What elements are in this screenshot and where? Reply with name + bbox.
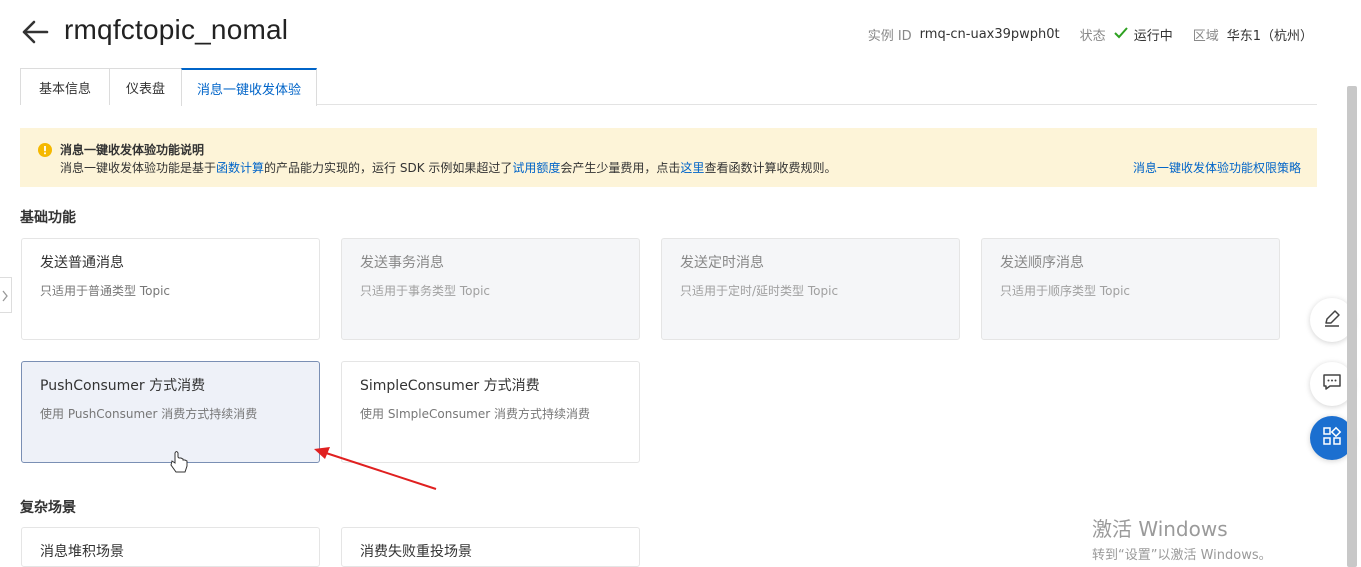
card-title: 发送定时消息 [680, 255, 764, 271]
watermark-line-2: 转到“设置”以激活 Windows。 [1092, 548, 1272, 563]
card-title: 消息堆积场景 [40, 544, 124, 560]
instance-id-label: 实例 ID [867, 29, 912, 44]
card-desc: 只适用于普通类型 Topic [40, 284, 170, 298]
card-desc: 使用 PushConsumer 消费方式持续消费 [40, 407, 258, 421]
card-desc: 只适用于定时/延时类型 Topic [680, 284, 839, 298]
page-header: rmqfctopic_nomal 实例 ID rmq-cn-uax39pwph0… [0, 0, 1361, 68]
card-title: 发送普通消息 [40, 255, 124, 271]
send-normal-card[interactable]: 发送普通消息 只适用于普通类型 Topic [21, 238, 320, 340]
consume-retry-card[interactable]: 消费失败重投场景 [341, 527, 640, 567]
card-title: PushConsumer 方式消费 [40, 378, 206, 394]
send-transaction-card: 发送事务消息 只适用于事务类型 Topic [341, 238, 640, 340]
card-title: 发送事务消息 [360, 255, 444, 271]
permission-policy-link[interactable]: 消息一键收发体验功能权限策略 [1133, 159, 1301, 176]
simple-consumer-card[interactable]: SimpleConsumer 方式消费 使用 SImpleConsumer 消费… [341, 361, 640, 463]
complex-section-title: 复杂场景 [20, 500, 76, 516]
back-arrow-icon[interactable] [20, 18, 50, 46]
function-compute-link[interactable]: 函数计算 [216, 161, 264, 175]
pencil-icon [1322, 308, 1342, 332]
here-link[interactable]: 这里 [680, 161, 704, 175]
tab-basic-info[interactable]: 基本信息 [20, 68, 110, 105]
instance-meta: 实例 ID rmq-cn-uax39pwph0t 状态 运行中 区域 华东1（杭… [868, 25, 1313, 44]
trial-quota-link[interactable]: 试用额度 [512, 161, 560, 175]
card-desc: 只适用于事务类型 Topic [360, 284, 490, 298]
notice-text-part: 消息一键收发体验功能是基于 [60, 161, 217, 175]
notice-text-part: 的产品能力实现的，运行 SDK 示例如果超过了 [264, 161, 513, 175]
tab-bar: 基本信息 仪表盘 消息一键收发体验 [20, 68, 1317, 106]
apps-grid-icon [1322, 426, 1342, 450]
notice-text-part: 查看函数计算收费规则。 [704, 161, 837, 175]
tab-dashboard[interactable]: 仪表盘 [109, 68, 182, 105]
push-consumer-card[interactable]: PushConsumer 方式消费 使用 PushConsumer 消费方式持续… [21, 361, 320, 463]
tab-message-experience[interactable]: 消息一键收发体验 [181, 68, 317, 106]
notice-text: 消息一键收发体验功能是基于函数计算的产品能力实现的，运行 SDK 示例如果超过了… [60, 159, 836, 176]
page-title: rmqfctopic_nomal [64, 14, 289, 45]
chat-icon [1322, 372, 1342, 396]
region-value: 华东1（杭州） [1226, 29, 1313, 44]
card-desc: 使用 SImpleConsumer 消费方式持续消费 [360, 407, 590, 421]
card-title: 发送顺序消息 [1000, 255, 1084, 271]
region-label: 区域 [1192, 29, 1219, 44]
status-value: 运行中 [1133, 29, 1173, 44]
notice-title: 消息一键收发体验功能说明 [60, 143, 205, 157]
status-label: 状态 [1079, 29, 1106, 44]
windows-activation-watermark: 激活 Windows 转到“设置”以激活 Windows。 [1092, 513, 1272, 563]
notice-text-part: 会产生少量费用，点击 [560, 161, 681, 175]
send-ordered-card: 发送顺序消息 只适用于顺序类型 Topic [981, 238, 1280, 340]
sidebar-expand-handle[interactable] [0, 277, 12, 313]
card-title: SimpleConsumer 方式消费 [360, 378, 540, 394]
basic-section-title: 基础功能 [20, 210, 76, 226]
card-desc: 只适用于顺序类型 Topic [1000, 284, 1130, 298]
info-notice: 消息一键收发体验功能说明 消息一键收发体验功能是基于函数计算的产品能力实现的，运… [20, 128, 1317, 187]
message-backlog-card[interactable]: 消息堆积场景 [21, 527, 320, 567]
vertical-scrollbar[interactable] [1347, 86, 1357, 567]
warning-icon [38, 142, 52, 157]
watermark-line-1: 激活 Windows [1092, 517, 1228, 541]
send-scheduled-card: 发送定时消息 只适用于定时/延时类型 Topic [661, 238, 960, 340]
card-title: 消费失败重投场景 [360, 544, 472, 560]
instance-id-value: rmq-cn-uax39pwph0t [919, 27, 1060, 42]
check-icon [1113, 26, 1128, 43]
